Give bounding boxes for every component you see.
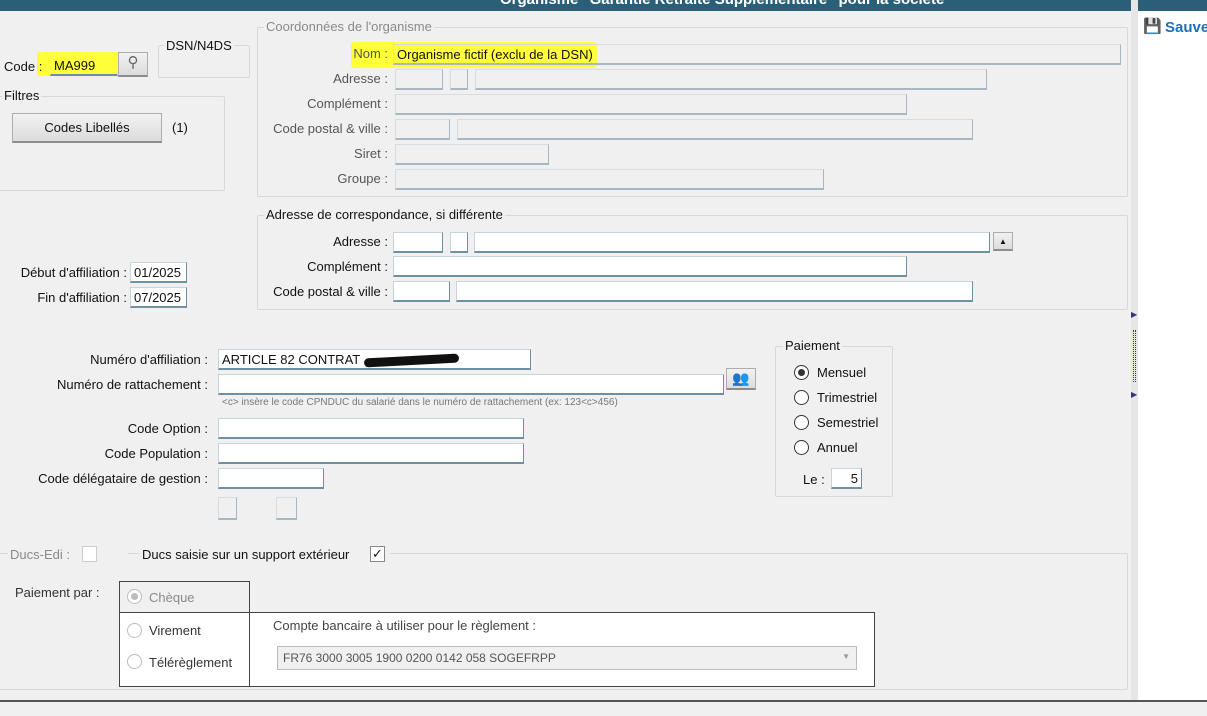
search-icon: ⚲ — [127, 54, 139, 71]
compte-value: FR76 3000 3005 1900 0200 0142 058 SOGEFR… — [283, 651, 556, 665]
radio-annuel[interactable] — [794, 440, 809, 455]
code-option-input[interactable] — [218, 418, 524, 439]
adresse-label: Adresse : — [333, 71, 388, 86]
right-panel: 💾 Sauver — [1138, 11, 1207, 700]
virement-label: Virement — [149, 623, 201, 638]
adresse-num-input[interactable] — [395, 69, 443, 90]
paiement-legend: Paiement — [783, 338, 842, 353]
window-title-bar: Organisme "Garantie Retraite Supplémenta… — [0, 0, 1207, 11]
bottom-divider — [0, 700, 1207, 702]
splitter-arrow-icon[interactable]: ▶ — [1131, 390, 1137, 399]
radio-cheque[interactable] — [127, 589, 142, 604]
radio-telereglement[interactable] — [127, 654, 142, 669]
complement-input[interactable] — [395, 94, 907, 115]
cp-label: Code postal & ville : — [273, 121, 388, 136]
numero-affiliation-input[interactable]: ARTICLE 82 CONTRAT — [218, 349, 531, 370]
corr-complement-label: Complément : — [307, 259, 388, 274]
groupe-label: Groupe : — [337, 171, 388, 186]
rattachement-label: Numéro de rattachement : — [56, 377, 208, 392]
compte-select[interactable]: FR76 3000 3005 1900 0200 0142 058 SOGEFR… — [277, 646, 857, 670]
le-input[interactable]: 5 — [831, 468, 862, 489]
code-input[interactable]: MA999 — [50, 55, 118, 76]
radio-semestriel[interactable] — [794, 415, 809, 430]
annuel-label: Annuel — [817, 440, 858, 455]
save-icon: 💾 — [1143, 18, 1162, 35]
users-lookup-button[interactable]: 👥 — [726, 368, 756, 390]
ducs-edi-checkbox[interactable] — [82, 546, 97, 562]
corr-adresse-num-input[interactable] — [393, 232, 443, 253]
siret-input[interactable] — [395, 144, 549, 165]
code-population-input[interactable] — [218, 443, 524, 464]
triangle-up-icon: ▲ — [999, 237, 1007, 246]
code-delegataire-input[interactable] — [218, 468, 324, 489]
users-icon: 👥 — [732, 370, 750, 386]
code-population-label: Code Population : — [104, 446, 208, 461]
code-option-label: Code Option : — [127, 421, 208, 436]
nom-input[interactable]: Organisme fictif (exclu de la DSN) — [393, 44, 1121, 65]
save-button[interactable]: Sauver — [1165, 19, 1207, 36]
rattachement-hint: <c> insère le code CPNDUC du salarié dan… — [222, 397, 618, 408]
scroll-up-button[interactable]: ▲ — [993, 232, 1013, 251]
organisme-legend: Coordonnées de l'organisme — [264, 19, 434, 34]
corr-adresse-bis-input[interactable] — [450, 232, 468, 253]
divider — [249, 612, 250, 687]
splitter-arrow-icon[interactable]: ▶ — [1131, 310, 1137, 319]
corr-complement-input[interactable] — [393, 256, 907, 277]
semestriel-label: Semestriel — [817, 415, 879, 430]
debut-affiliation-label: Début d'affiliation : — [20, 265, 127, 280]
complement-label: Complément : — [307, 96, 388, 111]
mensuel-label: Mensuel — [817, 365, 867, 380]
ducs-edi-label: Ducs-Edi : — [8, 547, 128, 563]
cp-input[interactable] — [395, 119, 450, 140]
chevron-down-icon: ▼ — [842, 652, 850, 661]
adresse-voie-input[interactable] — [475, 69, 987, 90]
small-field-2[interactable] — [276, 497, 297, 520]
radio-mensuel[interactable] — [794, 365, 809, 380]
compte-label: Compte bancaire à utiliser pour le règle… — [273, 618, 537, 633]
filters-group — [0, 96, 225, 191]
trimestriel-label: Trimestriel — [817, 390, 878, 405]
corr-cp-input[interactable] — [393, 281, 450, 302]
correspondance-legend: Adresse de correspondance, si différente — [264, 207, 505, 222]
dsn-label: DSN/N4DS — [164, 38, 234, 53]
search-button[interactable]: ⚲ — [118, 52, 148, 77]
codes-libelles-button[interactable]: Codes Libellés — [12, 113, 162, 143]
numero-affiliation-label: Numéro d'affiliation : — [90, 352, 208, 367]
siret-label: Siret : — [354, 146, 388, 161]
window-title: Organisme "Garantie Retraite Supplémenta… — [500, 0, 944, 8]
cheque-label: Chèque — [149, 590, 195, 605]
corr-ville-input[interactable] — [456, 281, 973, 302]
ducs-support-checkbox[interactable]: ✓ — [370, 546, 385, 562]
corr-adresse-voie-input[interactable] — [474, 232, 990, 253]
le-label: Le : — [803, 472, 825, 487]
numero-affiliation-value: ARTICLE 82 CONTRAT — [222, 352, 361, 367]
radio-trimestriel[interactable] — [794, 390, 809, 405]
adresse-bis-input[interactable] — [450, 69, 468, 90]
fin-affiliation-input[interactable]: 07/2025 — [130, 287, 187, 308]
corr-adresse-label: Adresse : — [333, 234, 388, 249]
paiement-par-label: Paiement par : — [15, 585, 100, 600]
radio-virement[interactable] — [127, 623, 142, 638]
filter-count: (1) — [172, 120, 188, 135]
code-label: Code : — [4, 59, 43, 74]
code-delegataire-label: Code délégataire de gestion : — [38, 471, 208, 486]
ville-input[interactable] — [457, 119, 973, 140]
debut-affiliation-input[interactable]: 01/2025 — [130, 262, 187, 283]
redaction-scribble — [364, 353, 460, 368]
small-field-1[interactable] — [218, 497, 237, 520]
groupe-input[interactable] — [395, 169, 824, 190]
filters-legend: Filtres — [2, 88, 42, 103]
fin-affiliation-label: Fin d'affiliation : — [37, 290, 127, 305]
corr-cp-label: Code postal & ville : — [273, 284, 388, 299]
splitter-grip[interactable] — [1133, 330, 1136, 382]
telereglement-label: Télérèglement — [149, 655, 233, 670]
rattachement-input[interactable] — [218, 374, 724, 395]
ducs-support-label: Ducs saisie sur un support extérieur — [140, 547, 390, 563]
nom-label: Nom : — [353, 46, 388, 61]
